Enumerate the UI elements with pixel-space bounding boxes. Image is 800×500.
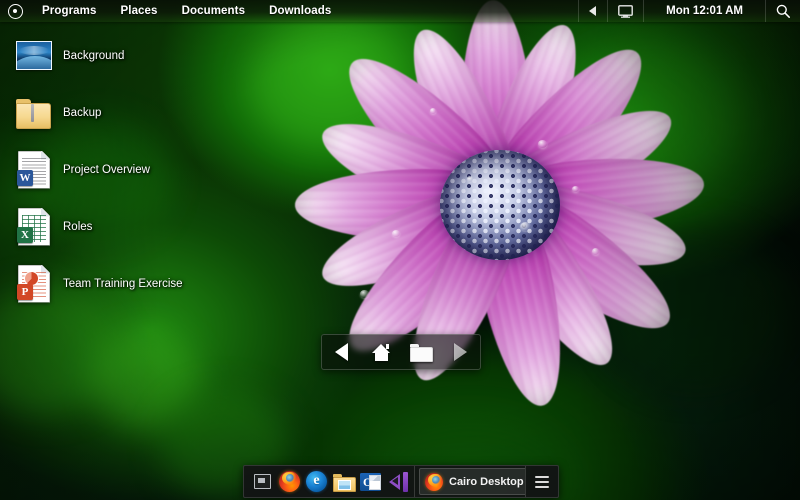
taskbar-firefox-button[interactable] <box>276 469 303 494</box>
vscode-icon <box>388 472 408 492</box>
firefox-icon <box>279 471 300 492</box>
powerpoint-presentation-icon: P <box>14 264 54 304</box>
dock-forward-button[interactable] <box>445 339 475 365</box>
taskbar-menu-button[interactable] <box>525 466 558 497</box>
monitor-icon <box>618 5 633 18</box>
menu-bar: Programs Places Documents Downloads Mon … <box>0 0 800 22</box>
file-explorer-icon <box>333 473 355 491</box>
search-button[interactable] <box>765 0 800 22</box>
outlook-icon: O <box>360 473 381 491</box>
excel-spreadsheet-icon: X <box>14 207 54 247</box>
taskbar: e O Ca <box>243 465 559 498</box>
taskbar-vscode-button[interactable] <box>384 469 411 494</box>
flower-center <box>440 150 560 260</box>
clock-text: Mon 12:01 AM <box>654 5 755 17</box>
desktop-icon-roles[interactable]: X Roles <box>14 205 224 248</box>
edge-glyph: e <box>313 473 319 489</box>
desktop-icon-label: Roles <box>63 221 92 233</box>
cairo-logo-button[interactable] <box>0 4 30 19</box>
back-arrow-icon <box>335 343 348 361</box>
menu-bar-tray: Mon 12:01 AM <box>578 0 800 22</box>
show-desktop-button[interactable] <box>249 469 276 494</box>
folder-icon <box>14 93 54 133</box>
desktop-icon-backup[interactable]: Backup <box>14 91 224 134</box>
desktop[interactable]: Programs Places Documents Downloads Mon … <box>0 0 800 500</box>
dock-back-button[interactable] <box>327 339 357 365</box>
show-desktop-icon <box>254 474 271 489</box>
edge-icon: e <box>306 471 327 492</box>
tray-expand-button[interactable] <box>578 0 607 22</box>
hamburger-menu-icon <box>535 473 549 491</box>
tray-display-button[interactable] <box>607 0 643 22</box>
task-button-cairo-desktop[interactable]: Cairo Desktop En... <box>419 468 525 495</box>
chevron-left-icon <box>589 6 597 16</box>
dock-folder-button[interactable] <box>406 339 436 365</box>
firefox-icon <box>425 473 443 491</box>
desktop-icon-background[interactable]: Background <box>14 34 224 77</box>
cairo-circle-dot-icon <box>8 4 23 19</box>
menu-item-downloads[interactable]: Downloads <box>257 2 343 20</box>
word-badge: W <box>17 170 33 186</box>
menu-item-places[interactable]: Places <box>109 2 170 20</box>
dock-home-button[interactable] <box>366 339 396 365</box>
desktop-icon-label: Team Training Exercise <box>63 278 183 290</box>
taskbar-quick-launch: e O <box>244 466 415 497</box>
desktop-icon-label: Background <box>63 50 124 62</box>
taskbar-task-list: Cairo Desktop En... <box>415 466 525 497</box>
desktop-icon-grid: Background Backup W Project Overview X <box>14 34 224 319</box>
home-icon <box>372 344 391 361</box>
forward-arrow-icon <box>454 343 467 361</box>
navigation-dock <box>321 334 481 370</box>
desktop-icon-team-training-exercise[interactable]: P Team Training Exercise <box>14 262 224 305</box>
menu-item-programs[interactable]: Programs <box>30 2 109 20</box>
menu-item-documents[interactable]: Documents <box>170 2 258 20</box>
desktop-icon-project-overview[interactable]: W Project Overview <box>14 148 224 191</box>
taskbar-file-explorer-button[interactable] <box>330 469 357 494</box>
image-file-icon <box>14 36 54 76</box>
task-button-label: Cairo Desktop En... <box>449 476 525 488</box>
taskbar-outlook-button[interactable]: O <box>357 469 384 494</box>
word-document-icon: W <box>14 150 54 190</box>
excel-badge: X <box>17 227 33 243</box>
taskbar-edge-button[interactable]: e <box>303 469 330 494</box>
desktop-icon-label: Project Overview <box>63 164 150 176</box>
search-icon <box>776 4 790 18</box>
clock-button[interactable]: Mon 12:01 AM <box>643 0 765 22</box>
folder-icon <box>410 344 432 361</box>
powerpoint-badge: P <box>17 284 33 300</box>
wallpaper-flower <box>220 0 780 420</box>
desktop-icon-label: Backup <box>63 107 101 119</box>
